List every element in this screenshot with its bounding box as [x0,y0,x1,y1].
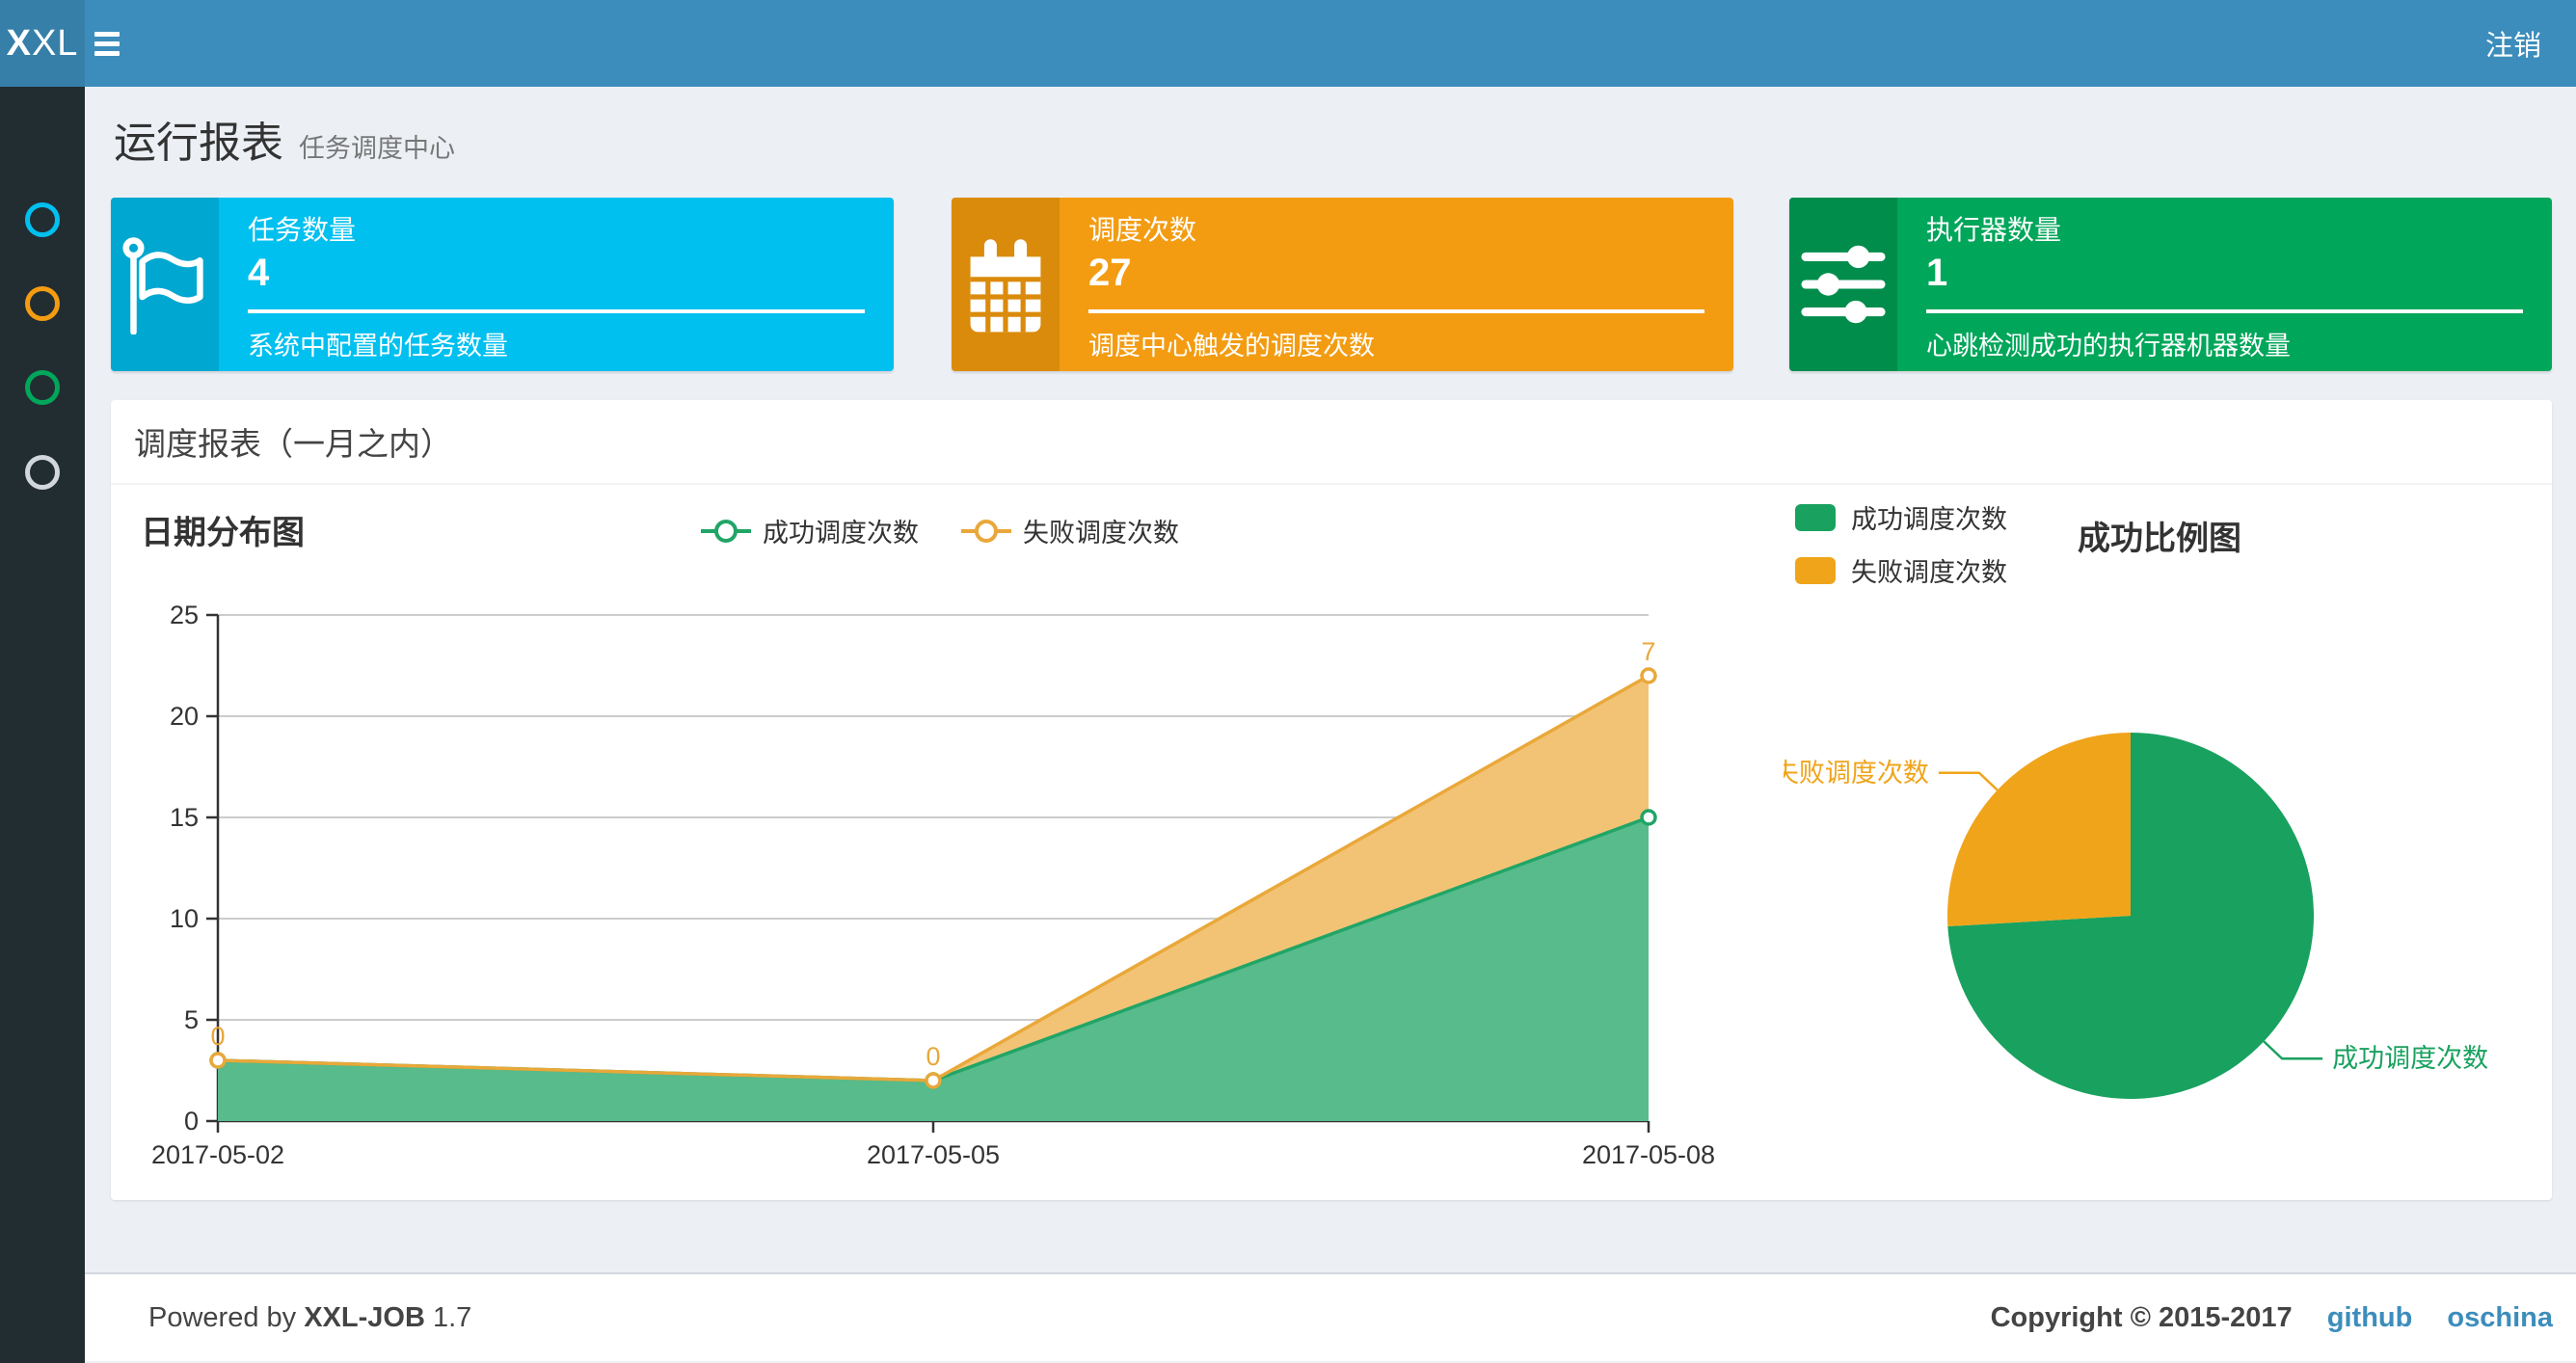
card-progress-line [1926,309,2523,313]
oschina-link[interactable]: oschina [2447,1302,2553,1333]
card-description: 心跳检测成功的执行器机器数量 [1926,332,2291,361]
swatch-icon [1795,503,1836,531]
svg-text:失败调度次数: 失败调度次数 [1784,759,1929,788]
svg-text:0: 0 [926,1042,940,1071]
footer: Powered by XXL-JOB 1.7 Copyright © 2015-… [85,1272,2576,1361]
card-description: 调度中心触发的调度次数 [1088,332,1375,361]
circle-icon [25,370,60,405]
panel-title: 调度报表（一月之内） [111,400,2552,485]
card-body: 调度次数 27 调度中心触发的调度次数 [1060,198,1733,371]
svg-text:2017-05-08: 2017-05-08 [1582,1140,1715,1169]
app-logo[interactable]: X XL [0,0,85,87]
svg-text:25: 25 [170,601,199,629]
sidebar-item-1[interactable] [25,202,60,237]
card-value: 27 [1088,252,1132,294]
copyright-text: Copyright © 2015-2017 [1990,1301,2293,1333]
menu-icon [94,50,120,56]
card-body: 执行器数量 1 心跳检测成功的执行器机器数量 [1897,198,2552,371]
sidebar-item-4[interactable] [25,455,60,490]
card-executor-count: 执行器数量 1 心跳检测成功的执行器机器数量 [1789,198,2552,371]
logo-rest: XL [31,22,79,64]
circle-icon [25,455,60,490]
card-progress-line [1088,309,1704,313]
footer-powered-by: Powered by XXL-JOB 1.7 [148,1302,471,1334]
top-navbar: X XL 注销 [0,0,2576,87]
svg-text:20: 20 [170,702,199,731]
legend-label: 成功调度次数 [1851,505,2007,534]
page-title: 运行报表 [114,120,283,167]
powered-prefix: Powered by [148,1301,297,1333]
calendar-icon [952,198,1060,371]
svg-text:5: 5 [184,1005,199,1034]
menu-icon [94,31,120,37]
sidebar [0,87,85,1363]
version: 1.7 [432,1301,472,1333]
logout-link[interactable]: 注销 [2476,0,2551,87]
card-value: 4 [248,252,270,294]
sidebar-item-3[interactable] [25,370,60,405]
svg-text:成功调度次数: 成功调度次数 [2332,1044,2488,1073]
card-body: 任务数量 4 系统中配置的任务数量 [219,198,894,371]
circle-icon [25,286,60,321]
page-subtitle: 任务调度中心 [299,134,455,163]
card-trigger-count: 调度次数 27 调度中心触发的调度次数 [952,198,1733,371]
xxl-job-dashboard: X XL 注销 运行报表 任务调度中心 任务数量 4 系统中配置的任务数量 调度… [0,0,2576,1363]
svg-text:0: 0 [184,1107,199,1136]
svg-text:10: 10 [170,904,199,933]
legend-item-success[interactable]: 成功调度次数 [1795,498,2007,536]
card-title: 调度次数 [1088,215,1197,245]
success-ratio-pie-chart[interactable]: 成功调度次数 失败调度次数 [1784,540,2555,1205]
card-job-count: 任务数量 4 系统中配置的任务数量 [111,198,894,371]
svg-text:15: 15 [170,803,199,832]
card-description: 系统中配置的任务数量 [248,332,508,361]
svg-text:0: 0 [210,1022,225,1051]
flag-icon [111,198,219,371]
date-distribution-line-chart[interactable]: 05101520252017-05-02 2017-05-05 2017-05-08… [125,540,1745,1195]
sidebar-toggle-button[interactable] [94,0,156,87]
brand-name: XXL-JOB [304,1301,425,1333]
github-link[interactable]: github [2327,1302,2413,1333]
line-marker-icon [701,528,751,533]
menu-icon [94,40,120,46]
report-panel: 调度报表（一月之内） 日期分布图 成功调度次数 失败调度次数 成功比例图 成功调… [111,400,2552,1200]
page-header: 运行报表 任务调度中心 [114,108,455,170]
footer-links: Copyright © 2015-2017 github oschina [1991,1302,2553,1334]
line-marker-icon [961,528,1011,533]
sliders-icon [1789,198,1897,371]
circle-icon [25,202,60,237]
logo-bold: X [6,22,32,64]
svg-text:7: 7 [1641,637,1655,666]
card-title: 任务数量 [248,215,357,245]
sidebar-item-2[interactable] [25,286,60,321]
svg-text:2017-05-05: 2017-05-05 [867,1140,1000,1169]
card-value: 1 [1926,252,1948,294]
card-title: 执行器数量 [1926,215,2062,245]
card-progress-line [248,309,865,313]
svg-text:2017-05-02: 2017-05-02 [151,1140,284,1169]
